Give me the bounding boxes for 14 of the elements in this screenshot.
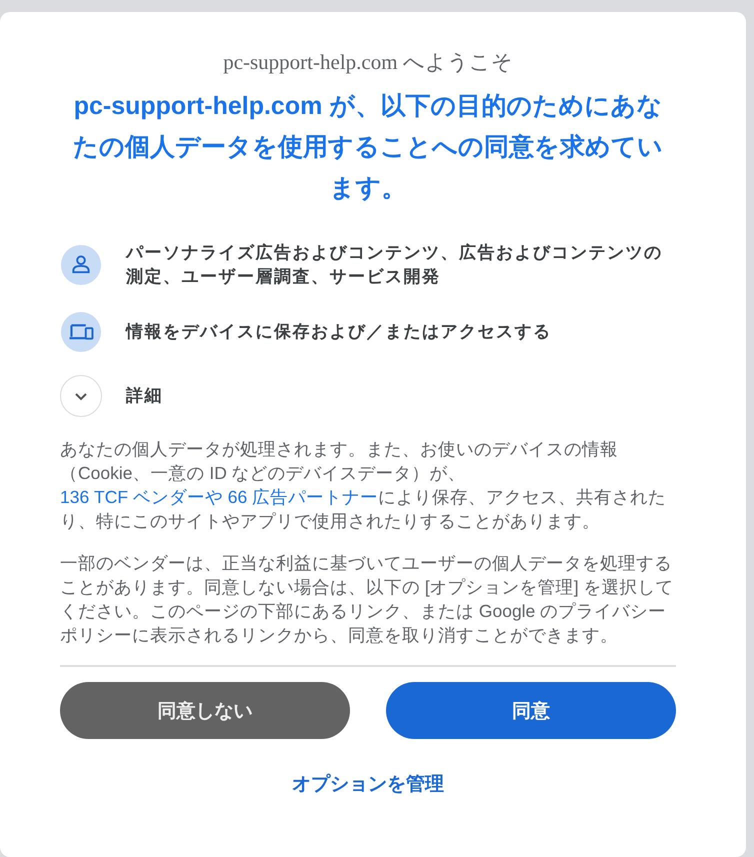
- person-icon: [60, 244, 102, 286]
- legitimate-interest-notice: 一部のベンダーは、正当な利益に基づいてユーザーの個人データを処理することがあります。同意しない場合は、以下の [オプションを管理] を選択してください。このページの下部にあるリンク、または Google のプライバシーポリシーに表示されるリンクから、同意を取り消すことができます。: [60, 552, 674, 647]
- manage-options-link[interactable]: オプションを管理: [292, 774, 444, 795]
- data-notice: あなたの個人データが処理されます。また、お使いのデバイスの情報（Cookie、一意の ID などのデバイスデータ）が、 136 TCF ベンダーや 66 広告パートナーにより保存、アクセス、共有されたり、特にこのサイトやアプリで使用されたりすることがあります。: [60, 438, 668, 533]
- expand-button[interactable]: [60, 375, 102, 417]
- decline-button[interactable]: 同意しない: [60, 682, 350, 739]
- welcome-title: pc-support-help.com へようこそ: [222, 49, 514, 76]
- purpose-label: 詳細: [126, 385, 163, 407]
- consent-button[interactable]: 同意: [386, 682, 676, 739]
- consent-heading: pc-support-help.com が、以下の目的のためにあなたの個人データを使用することへの同意を求めています。: [72, 91, 664, 204]
- vendors-link[interactable]: 136 TCF ベンダーや 66 広告パートナー: [60, 487, 378, 507]
- purpose-label: パーソナライズ広告およびコンテンツ、広告およびコンテンツの測定、ユーザー層調査、サービス開発: [126, 242, 664, 288]
- devices-icon: [60, 311, 102, 353]
- purpose-label: 情報をデバイスに保存および／またはアクセスする: [126, 321, 552, 343]
